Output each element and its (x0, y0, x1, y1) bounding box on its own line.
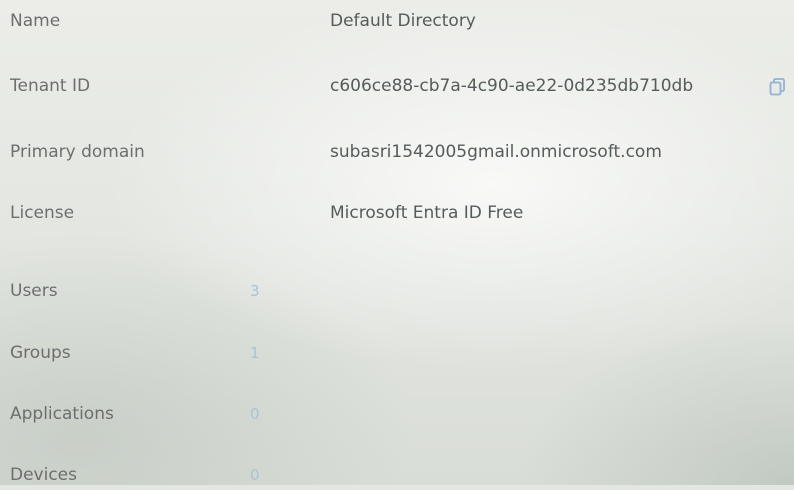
devices-row: Devices 0 (0, 460, 794, 490)
license-row: License Microsoft Entra ID Free (0, 198, 794, 228)
name-label: Name (10, 11, 61, 31)
applications-label: Applications (10, 404, 114, 424)
license-value: Microsoft Entra ID Free (330, 203, 524, 223)
devices-label: Devices (10, 465, 77, 485)
users-label: Users (10, 281, 58, 301)
tenant-id-label: Tenant ID (10, 76, 91, 96)
users-count-link[interactable]: 3 (250, 276, 260, 306)
applications-row: Applications 0 (0, 399, 794, 429)
users-row: Users 3 (0, 276, 794, 306)
tenant-id-row: Tenant ID c606ce88-cb7a-4c90-ae22-0d235d… (0, 71, 794, 101)
primary-domain-value: subasri1542005gmail.onmicrosoft.com (330, 142, 662, 162)
name-value: Default Directory (330, 11, 476, 31)
copy-icon[interactable] (768, 77, 788, 97)
primary-domain-row: Primary domain subasri1542005gmail.onmic… (0, 137, 794, 167)
name-row: Name Default Directory (0, 6, 794, 36)
groups-row: Groups 1 (0, 338, 794, 368)
primary-domain-label: Primary domain (10, 142, 145, 162)
groups-label: Groups (10, 343, 71, 363)
applications-count-link[interactable]: 0 (250, 399, 260, 429)
license-label: License (10, 203, 75, 223)
properties-panel: Name Default Directory Tenant ID c606ce8… (0, 0, 794, 485)
groups-count-link[interactable]: 1 (250, 338, 260, 368)
tenant-id-value: c606ce88-cb7a-4c90-ae22-0d235db710db (330, 76, 694, 96)
devices-count-link[interactable]: 0 (250, 460, 260, 490)
copy-icon-graphic (769, 78, 785, 96)
